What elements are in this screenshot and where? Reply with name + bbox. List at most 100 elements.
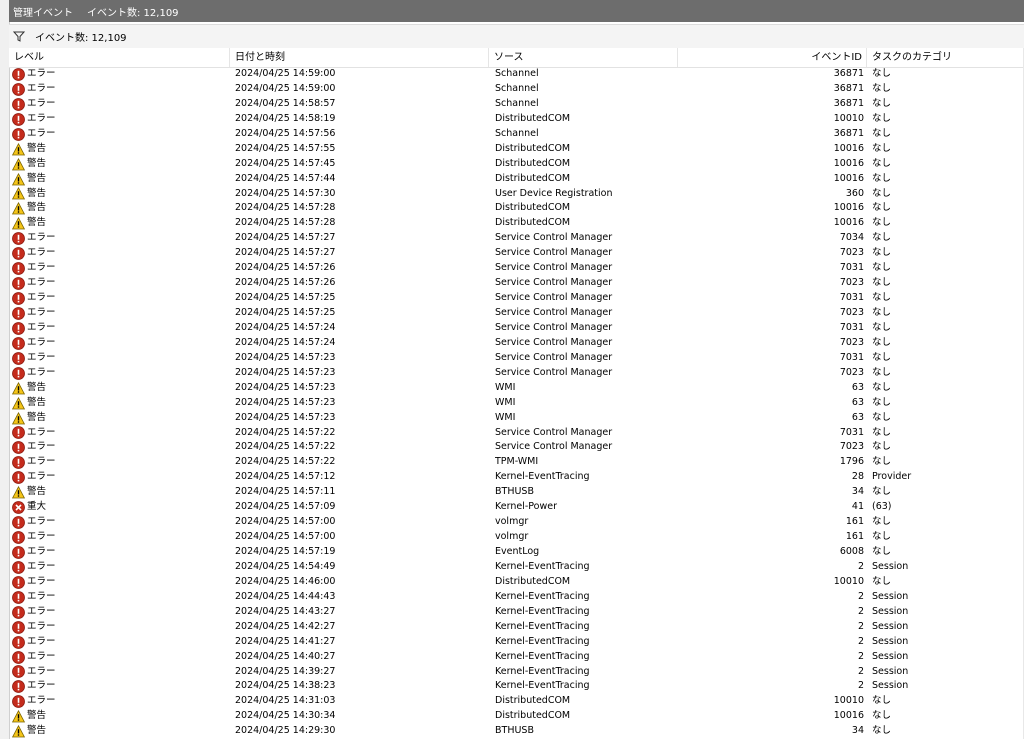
- event-row[interactable]: エラー 2024/04/25 14:57:12 Kernel-EventTracin…: [9, 470, 1024, 485]
- event-row[interactable]: 警告 2024/04/25 14:57:30 User Device Registr…: [9, 187, 1024, 202]
- column-header-source[interactable]: ソース: [489, 48, 678, 67]
- source-cell: EventLog: [495, 546, 540, 557]
- category-cell: なし: [872, 292, 892, 304]
- event-row[interactable]: エラー 2024/04/25 14:59:00 Schannel 36871 なし: [9, 67, 1024, 82]
- error-icon: [12, 68, 25, 81]
- event-row[interactable]: エラー 2024/04/25 14:39:27 Kernel-EventTracin…: [9, 665, 1024, 680]
- level-text: エラー: [27, 516, 56, 528]
- event-row[interactable]: エラー 2024/04/25 14:57:00 volmgr 161 なし: [9, 530, 1024, 545]
- event-row[interactable]: エラー 2024/04/25 14:57:26 Service Control Ma…: [9, 261, 1024, 276]
- event-row[interactable]: 警告 2024/04/25 14:57:11 BTHUSB 34 なし: [9, 485, 1024, 500]
- event-id-cell: 7031: [839, 321, 864, 333]
- column-header: レベル 日付と時刻 ソース イベントID タスクのカテゴリ: [9, 48, 1024, 68]
- category-cell: なし: [872, 307, 892, 318]
- error-icon: [12, 83, 25, 96]
- event-row[interactable]: エラー 2024/04/25 14:58:19 DistributedCOM 1001…: [9, 112, 1024, 127]
- event-row[interactable]: エラー 2024/04/25 14:46:00 DistributedCOM 1001…: [9, 575, 1024, 590]
- category-cell: なし: [872, 531, 892, 543]
- event-row[interactable]: 警告 2024/04/25 14:57:28 DistributedCOM 10016…: [9, 201, 1024, 216]
- event-id-cell: 7031: [839, 292, 864, 304]
- level-text: 警告: [27, 157, 47, 169]
- event-row[interactable]: エラー 2024/04/25 14:57:22 Service Control Ma…: [9, 440, 1024, 455]
- event-row[interactable]: 警告 2024/04/25 14:30:34 DistributedCOM 10016…: [9, 709, 1024, 724]
- column-header-date[interactable]: 日付と時刻: [230, 48, 489, 67]
- source-cell: WMI: [495, 411, 516, 423]
- column-header-event-id[interactable]: イベントID: [678, 48, 867, 67]
- event-row[interactable]: 警告 2024/04/25 14:57:23 WMI 63 なし: [9, 411, 1024, 426]
- warning-icon: [12, 172, 25, 185]
- level-text: 警告: [27, 411, 47, 423]
- event-row[interactable]: 警告 2024/04/25 14:57:45 DistributedCOM 10016…: [9, 157, 1024, 172]
- event-row[interactable]: 警告 2024/04/25 14:57:23 WMI 63 なし: [9, 381, 1024, 396]
- level-cell: エラー: [12, 426, 212, 441]
- level-text: エラー: [27, 605, 56, 617]
- event-id-cell: 7023: [839, 336, 864, 348]
- event-row[interactable]: エラー 2024/04/25 14:38:23 Kernel-EventTracin…: [9, 679, 1024, 694]
- event-row[interactable]: エラー 2024/04/25 14:31:03 DistributedCOM 1001…: [9, 694, 1024, 709]
- level-text: エラー: [27, 456, 56, 468]
- event-row[interactable]: エラー 2024/04/25 14:57:19 EventLog 6008 なし: [9, 545, 1024, 560]
- warning-icon: [12, 411, 25, 424]
- event-row[interactable]: エラー 2024/04/25 14:57:23 Service Control Ma…: [9, 351, 1024, 366]
- event-row[interactable]: エラー 2024/04/25 14:57:22 Service Control Ma…: [9, 426, 1024, 441]
- level-cell: 警告: [12, 172, 212, 187]
- event-row[interactable]: エラー 2024/04/25 14:54:49 Kernel-EventTracin…: [9, 560, 1024, 575]
- event-row[interactable]: エラー 2024/04/25 14:57:24 Service Control Ma…: [9, 336, 1024, 351]
- error-icon: [12, 546, 25, 559]
- error-icon: [12, 262, 25, 276]
- event-row[interactable]: エラー 2024/04/25 14:57:26 Service Control Ma…: [9, 276, 1024, 291]
- event-row[interactable]: エラー 2024/04/25 14:41:27 Kernel-EventTracin…: [9, 635, 1024, 650]
- event-row[interactable]: エラー 2024/04/25 14:57:25 Service Control Ma…: [9, 306, 1024, 321]
- event-row[interactable]: 警告 2024/04/25 14:57:28 DistributedCOM 10016…: [9, 216, 1024, 231]
- level-text: エラー: [27, 635, 56, 647]
- source-cell: Schannel: [495, 127, 539, 139]
- source-cell: Schannel: [495, 68, 539, 79]
- warning-icon: [12, 725, 25, 738]
- event-row[interactable]: エラー 2024/04/25 14:42:27 Kernel-EventTracin…: [9, 620, 1024, 635]
- event-row[interactable]: エラー 2024/04/25 14:40:27 Kernel-EventTracin…: [9, 650, 1024, 665]
- error-icon: [12, 127, 25, 141]
- date-cell: 2024/04/25 14:39:27: [235, 665, 336, 677]
- event-row[interactable]: エラー 2024/04/25 14:57:27 Service Control Ma…: [9, 231, 1024, 246]
- event-id-cell: 10016: [833, 710, 864, 722]
- event-id-cell: 10016: [833, 202, 864, 214]
- event-row[interactable]: 警告 2024/04/25 14:29:30 BTHUSB 34 なし: [9, 724, 1024, 739]
- event-row[interactable]: エラー 2024/04/25 14:57:27 Service Control Ma…: [9, 246, 1024, 261]
- source-cell: Service Control Manager: [495, 351, 613, 363]
- event-row[interactable]: エラー 2024/04/25 14:57:00 volmgr 161 なし: [9, 515, 1024, 530]
- error-icon: [12, 635, 25, 649]
- event-row[interactable]: 重大 2024/04/25 14:57:09 Kernel-Power 41 (63): [9, 500, 1024, 515]
- source-cell: DistributedCOM: [495, 172, 571, 184]
- error-icon: [12, 575, 25, 589]
- category-cell: なし: [872, 112, 892, 124]
- category-cell: なし: [872, 68, 892, 79]
- filter-icon[interactable]: [13, 31, 25, 42]
- category-cell: Session: [872, 680, 909, 692]
- level-text: エラー: [27, 232, 56, 244]
- level-cell: エラー: [12, 635, 212, 650]
- level-text: 警告: [27, 202, 47, 214]
- event-row[interactable]: エラー 2024/04/25 14:44:43 Kernel-EventTracin…: [9, 590, 1024, 605]
- event-row[interactable]: エラー 2024/04/25 14:57:23 Service Control Ma…: [9, 366, 1024, 381]
- column-header-level[interactable]: レベル: [9, 48, 230, 67]
- event-row[interactable]: エラー 2024/04/25 14:43:27 Kernel-EventTracin…: [9, 605, 1024, 620]
- date-cell: 2024/04/25 14:57:23: [235, 411, 336, 423]
- event-row[interactable]: 警告 2024/04/25 14:57:55 DistributedCOM 10016…: [9, 142, 1024, 157]
- level-text: エラー: [27, 307, 56, 318]
- level-text: 警告: [27, 725, 47, 737]
- date-cell: 2024/04/25 14:54:49: [235, 560, 336, 572]
- source-cell: DistributedCOM: [495, 695, 571, 707]
- event-row[interactable]: 警告 2024/04/25 14:57:23 WMI 63 なし: [9, 396, 1024, 411]
- event-id-cell: 10010: [833, 695, 864, 707]
- event-row[interactable]: エラー 2024/04/25 14:57:22 TPM-WMI 1796 なし: [9, 455, 1024, 470]
- column-header-category[interactable]: タスクのカテゴリ: [867, 48, 1024, 67]
- event-row[interactable]: エラー 2024/04/25 14:57:25 Service Control Ma…: [9, 291, 1024, 306]
- category-cell: なし: [872, 366, 892, 378]
- event-row[interactable]: エラー 2024/04/25 14:59:00 Schannel 36871 なし: [9, 82, 1024, 97]
- level-cell: エラー: [12, 246, 212, 261]
- event-row[interactable]: 警告 2024/04/25 14:57:44 DistributedCOM 10016…: [9, 172, 1024, 187]
- level-cell: 警告: [12, 396, 212, 411]
- event-row[interactable]: エラー 2024/04/25 14:57:56 Schannel 36871 なし: [9, 127, 1024, 142]
- event-row[interactable]: エラー 2024/04/25 14:58:57 Schannel 36871 なし: [9, 97, 1024, 112]
- event-row[interactable]: エラー 2024/04/25 14:57:24 Service Control Ma…: [9, 321, 1024, 336]
